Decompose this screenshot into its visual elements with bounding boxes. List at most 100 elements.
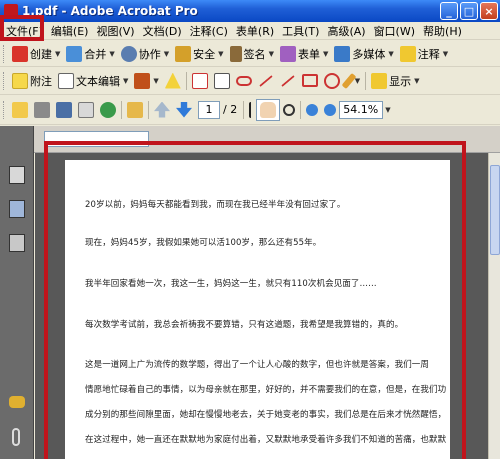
email-button[interactable] — [75, 99, 97, 121]
textbox-button[interactable] — [211, 70, 233, 92]
tasks-toolbar: 创建 ▼ 合并 ▼ 协作 ▼ 安全 ▼ 签名 ▼ 表单 ▼ 多媒体 ▼ 注释 ▼ — [0, 41, 500, 67]
magnifier-icon — [283, 103, 296, 116]
oval-button[interactable] — [321, 70, 343, 92]
comment-markup-toolbar: 附注 文本编辑 ▼ ▼ ▼ 显示 ▼ — [0, 67, 500, 95]
properties-button[interactable] — [124, 99, 146, 121]
sticky-note-button[interactable]: 附注 — [9, 70, 55, 92]
forms-button[interactable]: 表单 ▼ — [277, 43, 331, 65]
cloud-icon — [235, 75, 252, 86]
highlight-file-menu — [0, 15, 44, 41]
attachments-icon[interactable] — [12, 428, 20, 446]
stamp-button[interactable]: ▼ — [131, 70, 161, 92]
open-button[interactable] — [9, 99, 31, 121]
zoom-out-button[interactable] — [303, 99, 321, 121]
show-button[interactable]: 显示 ▼ — [368, 70, 422, 92]
forms-label: 表单 — [297, 47, 320, 61]
pencil-button[interactable]: ▼ — [341, 70, 363, 92]
menu-bar: 文件(F) 编辑(E) 视图(V) 文档(D) 注释(C) 表单(R) 工具(T… — [0, 22, 500, 40]
menu-window[interactable]: 窗口(W) — [370, 23, 419, 39]
maximize-button[interactable]: □ — [460, 2, 478, 20]
rectangle-button[interactable] — [299, 70, 321, 92]
next-page-button[interactable] — [173, 99, 195, 121]
comments-icon[interactable] — [9, 396, 25, 408]
collaborate-button[interactable]: 协作 ▼ — [118, 43, 172, 65]
prev-page-button[interactable] — [151, 99, 173, 121]
sign-label: 签名 — [243, 47, 266, 61]
comment-icon — [399, 45, 416, 62]
text-edit-icon — [58, 72, 74, 89]
cloud-button[interactable] — [233, 70, 255, 92]
save-button[interactable] — [53, 99, 75, 121]
toolbar-grip[interactable] — [3, 71, 6, 90]
sticky-note-icon — [12, 72, 28, 89]
globe-icon — [100, 101, 116, 118]
arrow-down-icon — [176, 101, 192, 118]
web-button[interactable] — [97, 99, 119, 121]
line-button[interactable] — [277, 70, 299, 92]
toolbar-separator — [300, 100, 302, 119]
folder-icon — [12, 101, 28, 118]
save-icon — [56, 101, 72, 118]
forms-icon — [279, 45, 296, 62]
toolbar-grip[interactable] — [3, 44, 6, 63]
toolbar-separator — [121, 100, 122, 119]
zoom-in-icon — [324, 103, 337, 116]
rectangle-icon — [301, 74, 318, 87]
vertical-scrollbar[interactable] — [488, 153, 500, 459]
zoom-tool-button[interactable] — [280, 99, 298, 121]
pages-icon[interactable] — [9, 166, 25, 184]
multimedia-label: 多媒体 — [352, 47, 386, 61]
scrollbar-thumb[interactable] — [490, 165, 500, 255]
menu-comments[interactable]: 注释(C) — [186, 23, 232, 39]
menu-edit[interactable]: 编辑(E) — [47, 23, 93, 39]
zoom-level-input[interactable]: 54.1% — [339, 100, 384, 119]
bookmarks-icon[interactable] — [9, 200, 25, 218]
multimedia-icon — [334, 45, 351, 62]
stamp-icon — [134, 72, 151, 89]
replace-text-button[interactable] — [162, 70, 184, 92]
menu-help[interactable]: 帮助(H) — [419, 23, 466, 39]
navigation-toolbar: 1 / 2 54.1% ▼ — [0, 95, 500, 125]
menu-advanced[interactable]: 高级(A) — [323, 23, 369, 39]
select-tool-button[interactable] — [246, 99, 256, 121]
hand-icon — [260, 101, 277, 118]
zoom-dropdown-icon[interactable]: ▼ — [385, 106, 390, 114]
create-pdf-icon — [12, 45, 28, 62]
warning-icon — [164, 72, 181, 89]
text-edit-label: 文本编辑 — [76, 74, 120, 88]
secure-button[interactable]: 安全 ▼ — [172, 43, 226, 65]
title-bar: 1.pdf - Adobe Acrobat Pro _ □ × — [0, 0, 500, 22]
callout-button[interactable] — [189, 70, 211, 92]
combine-button[interactable]: 合并 ▼ — [63, 43, 117, 65]
sticky-note-label: 附注 — [30, 74, 52, 88]
toolbar-grip[interactable] — [3, 100, 6, 119]
lock-icon — [175, 45, 192, 62]
sign-button[interactable]: 签名 ▼ — [227, 43, 277, 65]
zoom-in-button[interactable] — [321, 99, 339, 121]
comment-button[interactable]: 注释 ▼ — [397, 43, 451, 65]
menu-view[interactable]: 视图(V) — [92, 23, 138, 39]
text-edit-button[interactable]: 文本编辑 ▼ — [55, 70, 131, 92]
menu-tools[interactable]: 工具(T) — [278, 23, 323, 39]
line-icon — [281, 74, 295, 87]
printer-icon — [34, 101, 50, 118]
hand-tool-button[interactable] — [256, 98, 281, 121]
callout-icon — [191, 72, 208, 89]
menu-document[interactable]: 文档(D) — [139, 23, 186, 39]
close-button[interactable]: × — [480, 2, 498, 20]
page-number-input[interactable]: 1 — [198, 100, 220, 119]
signatures-icon[interactable] — [9, 234, 25, 252]
secure-label: 安全 — [193, 47, 216, 61]
combine-label: 合并 — [84, 47, 107, 61]
minimize-button[interactable]: _ — [440, 2, 458, 20]
menu-forms[interactable]: 表单(R) — [232, 23, 278, 39]
arrow-button[interactable] — [255, 70, 277, 92]
toolbar-separator — [243, 100, 245, 119]
print-button[interactable] — [31, 99, 53, 121]
arrow-up-icon — [154, 101, 170, 118]
zoom-out-icon — [306, 103, 319, 116]
show-label: 显示 — [389, 74, 412, 88]
pen-sign-icon — [229, 45, 242, 62]
create-button[interactable]: 创建 ▼ — [9, 43, 63, 65]
multimedia-button[interactable]: 多媒体 ▼ — [331, 43, 396, 65]
